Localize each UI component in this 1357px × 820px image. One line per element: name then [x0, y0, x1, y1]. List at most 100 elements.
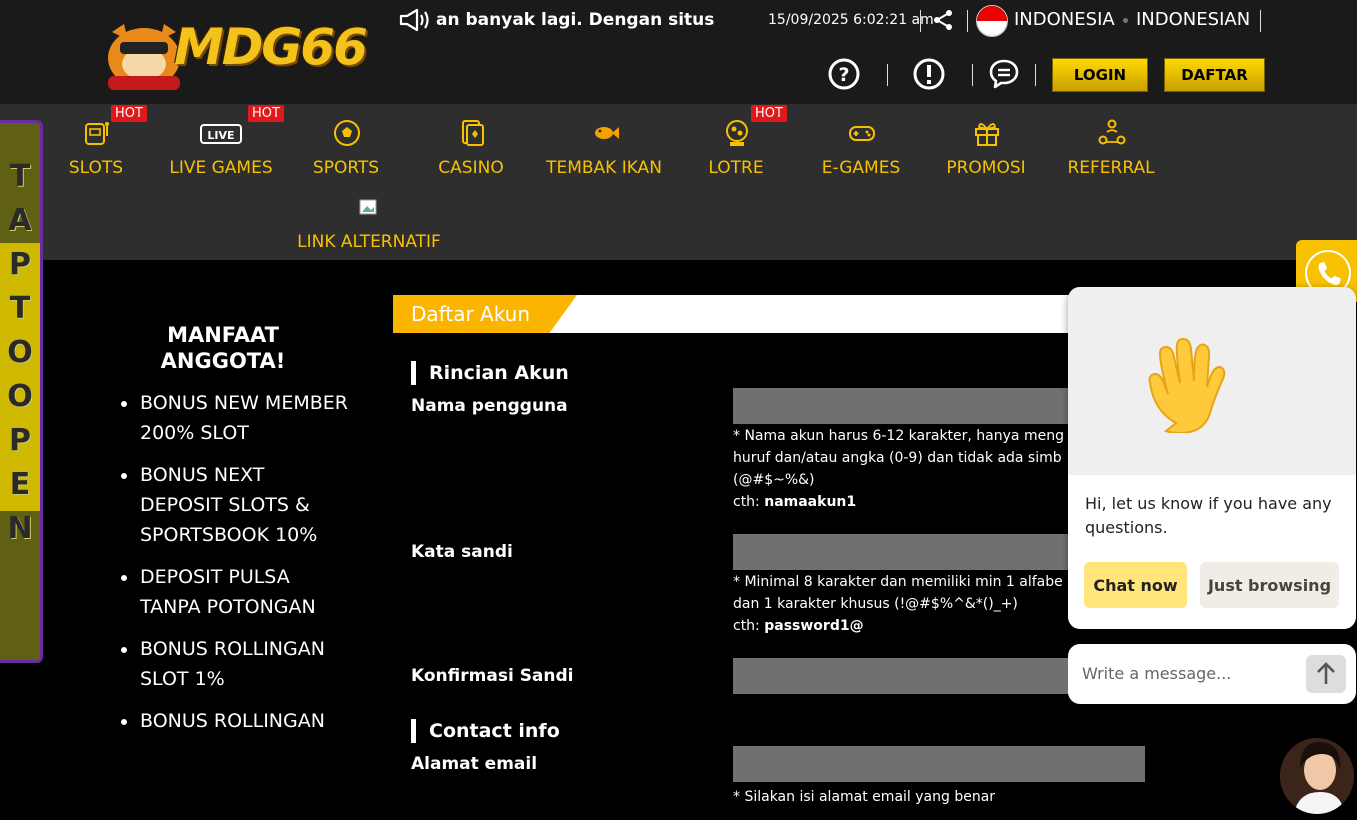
country-selector[interactable]: INDONESIA — [1014, 9, 1115, 30]
agent-avatar[interactable] — [1280, 738, 1354, 814]
waving-hand-icon — [1148, 337, 1226, 433]
share-icon[interactable] — [932, 9, 954, 31]
language-selector[interactable]: INDONESIAN — [1136, 9, 1250, 30]
login-button[interactable]: LOGIN — [1052, 58, 1148, 92]
hot-badge: HOT — [751, 105, 787, 122]
register-button[interactable]: DAFTAR — [1164, 58, 1265, 92]
send-button[interactable] — [1306, 655, 1346, 693]
nav-item-casino[interactable]: CASINO — [408, 108, 534, 188]
banner-letter: E — [9, 467, 31, 502]
benefits-title-line: MANFAAT — [167, 323, 279, 347]
just-browsing-button[interactable]: Just browsing — [1200, 562, 1339, 608]
hot-badge: HOT — [248, 105, 284, 122]
broken-image-icon — [359, 199, 377, 215]
benefits-title: MANFAAT ANGGOTA! — [120, 322, 326, 374]
marquee-text: an banyak lagi. Dengan situs — [436, 10, 715, 30]
divider — [1260, 10, 1261, 32]
banner-letter: T — [9, 159, 31, 194]
chat-input-placeholder: Write a message... — [1082, 664, 1232, 683]
section-heading-account: Rincian Akun — [411, 361, 569, 385]
example-prefix: cth: — [733, 494, 765, 510]
banner-letter: O — [7, 379, 33, 414]
banner-letters: T A P T O O P E N — [0, 155, 40, 551]
nav-item-sports[interactable]: SPORTS — [283, 108, 409, 188]
banner-letter: P — [9, 247, 31, 282]
banner-letter: P — [9, 423, 31, 458]
tab-label: Daftar Akun — [411, 302, 531, 326]
nav-label: LINK ALTERNATIF — [297, 232, 441, 252]
divider — [972, 64, 973, 86]
help-icon[interactable]: ? — [828, 58, 860, 90]
hot-badge: HOT — [111, 105, 147, 122]
benefits-list: BONUS NEW MEMBER 200% SLOT BONUS NEXT DE… — [118, 388, 348, 748]
nav-item-referral[interactable]: REFERRAL — [1048, 108, 1174, 188]
nav-label: LIVE GAMES — [169, 158, 273, 178]
nav-label: E-GAMES — [821, 158, 901, 178]
gamepad-icon — [849, 126, 875, 141]
svg-text:LIVE: LIVE — [207, 129, 234, 142]
current-datetime: 15/09/2025 6:02:21 am — [768, 12, 934, 28]
megaphone-icon — [399, 8, 429, 32]
nav-label: LOTRE — [708, 158, 764, 178]
chat-icon[interactable] — [988, 58, 1020, 90]
slot-machine-icon — [85, 122, 109, 145]
site-header: MDG66 an banyak lagi. Dengan situs 15/09… — [0, 0, 1357, 104]
divider — [1035, 64, 1036, 86]
nav-label: SPORTS — [312, 158, 380, 178]
list-item: DEPOSIT PULSA TANPA POTONGAN — [118, 562, 348, 622]
chat-message: Hi, let us know if you have any question… — [1085, 494, 1332, 537]
fish-icon — [595, 127, 619, 139]
email-label: Alamat email — [411, 754, 538, 774]
banner-letter: T — [9, 291, 31, 326]
site-logo[interactable]: MDG66 — [98, 10, 380, 94]
chat-message-input[interactable]: Write a message... — [1068, 644, 1356, 704]
logo-wordmark: MDG66 — [174, 18, 368, 76]
divider — [920, 10, 921, 32]
banner-letter: O — [7, 335, 33, 370]
banner-letter: N — [7, 511, 33, 546]
email-hint: * Silakan isi alamat email yang benar — [733, 789, 996, 805]
confirm-password-label: Konfirmasi Sandi — [411, 666, 574, 686]
list-item: BONUS NEW MEMBER 200% SLOT — [118, 388, 348, 448]
arrow-up-icon — [1317, 662, 1335, 684]
email-input[interactable] — [733, 746, 1145, 782]
divider — [887, 64, 888, 86]
nav-item-promosi[interactable]: PROMOSI — [923, 108, 1049, 188]
section-heading-contact: Contact info — [411, 719, 560, 743]
example-value: namaakun1 — [764, 494, 857, 510]
nav-item-e-games[interactable]: E-GAMES — [798, 108, 924, 188]
password-label: Kata sandi — [411, 542, 513, 562]
chat-popup: Hi, let us know if you have any question… — [1068, 287, 1356, 629]
chat-hero — [1068, 287, 1356, 475]
playing-cards-icon — [462, 120, 484, 146]
nav-label: REFERRAL — [1067, 158, 1155, 178]
gift-icon — [975, 123, 999, 146]
announcement-marquee: an banyak lagi. Dengan situs — [398, 6, 714, 34]
agent-photo — [1280, 738, 1354, 814]
nav-label: TEMBAK IKAN — [546, 158, 662, 178]
info-icon[interactable] — [913, 58, 945, 90]
form-header-bar: Daftar Akun — [393, 295, 1093, 333]
separator-dot — [1123, 18, 1128, 23]
live-tv-icon: LIVE — [200, 124, 242, 144]
chat-now-button[interactable]: Chat now — [1084, 562, 1187, 608]
tab-daftar-akun[interactable]: Daftar Akun — [393, 295, 577, 333]
nav-label: CASINO — [438, 158, 504, 178]
benefits-title-line: ANGGOTA! — [160, 349, 286, 373]
lottery-ball-icon — [726, 120, 748, 146]
main-navigation: SLOTS HOT LIVE LIVE GAMES HOT SPORTS CAS… — [0, 104, 1357, 260]
tap-to-open-banner[interactable]: T A P T O O P E N — [0, 120, 43, 663]
banner-letter: A — [8, 203, 32, 238]
indonesia-flag-icon[interactable] — [976, 5, 1008, 37]
divider — [967, 10, 968, 32]
soccer-ball-icon — [334, 120, 360, 146]
nav-item-link-alternatif[interactable]: LINK ALTERNATIF — [268, 192, 470, 272]
nav-item-tembak-ikan[interactable]: TEMBAK IKAN — [541, 108, 667, 188]
nav-label: PROMOSI — [946, 158, 1026, 178]
list-item: BONUS ROLLINGAN — [118, 706, 348, 736]
example-value: password1@ — [764, 618, 864, 634]
list-item: BONUS ROLLINGAN SLOT 1% — [118, 634, 348, 694]
svg-text:?: ? — [838, 64, 849, 86]
username-label: Nama pengguna — [411, 396, 568, 416]
list-item: BONUS NEXT DEPOSIT SLOTS & SPORTSBOOK 10… — [118, 460, 348, 550]
